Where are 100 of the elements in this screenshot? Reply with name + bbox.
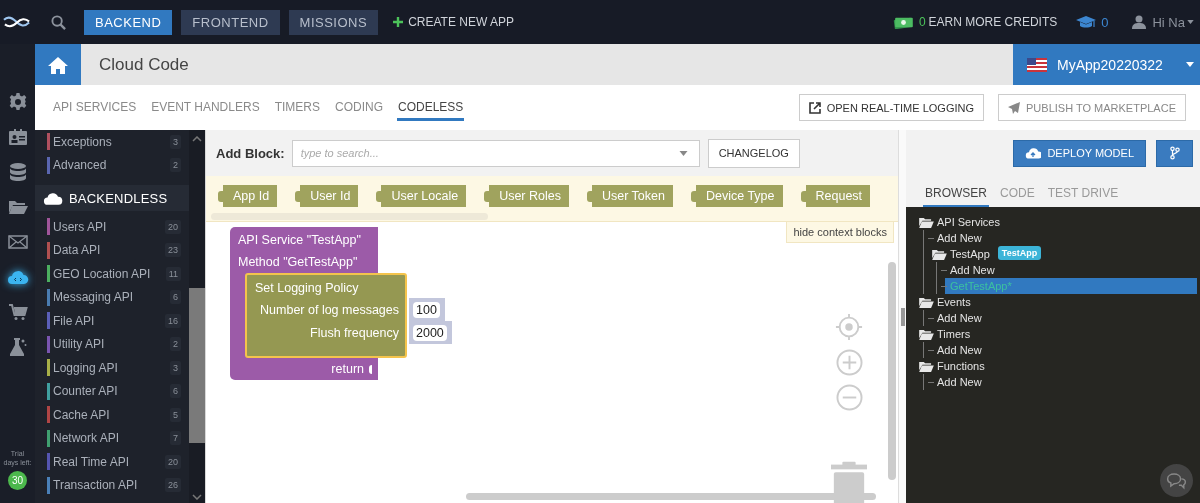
tree-folder[interactable]: API Services [919, 214, 1002, 230]
sidebar-item[interactable]: Users API 20 [35, 215, 189, 239]
sidebar-item-label: Real Time API [53, 454, 131, 469]
count-badge: 20 [165, 219, 181, 234]
sidebar-item[interactable]: Utility API 2 [35, 332, 189, 356]
folder-icon [919, 328, 934, 340]
tree-folder[interactable]: Functions [919, 358, 987, 374]
tree-folder[interactable]: Events [919, 294, 973, 310]
block-label: Method "GetTestApp" [237, 254, 359, 271]
deploy-model-button[interactable]: DEPLOY MODEL [1013, 139, 1146, 167]
count-badge: 6 [170, 290, 181, 305]
add-block-label: Add Block: [216, 145, 285, 161]
external-link-icon [808, 101, 821, 114]
sidebar-item[interactable]: Advanced 2 [35, 153, 189, 177]
tag-badge: TestApp [997, 246, 1042, 260]
tab[interactable]: CODING [334, 94, 384, 121]
sidebar-item[interactable]: GEO Location API 11 [35, 262, 189, 286]
sidebar-item-label: Logging API [53, 360, 119, 375]
sidebar-item[interactable]: Real Time API 20 [35, 450, 189, 474]
count-badge: 3 [170, 360, 181, 375]
sidebar-item-label: Messaging API [53, 290, 135, 305]
number-block[interactable]: 100 [409, 298, 445, 321]
create-app-link[interactable]: CREATE NEW APP [387, 15, 520, 29]
home-icon [48, 55, 68, 74]
branch-button[interactable] [1156, 139, 1193, 167]
count-badge: 2 [170, 337, 181, 352]
sidebar-item-label: File API [53, 313, 96, 328]
sidebar-item-label: Counter API [53, 384, 119, 399]
scroll-up-icon[interactable] [192, 136, 202, 142]
user-menu[interactable]: Hi Na [1146, 14, 1198, 30]
caret-icon [1186, 62, 1194, 67]
count-badge: 3 [170, 134, 181, 149]
sidebar-item[interactable]: Data API 23 [35, 238, 189, 262]
flag-icon [1027, 57, 1047, 72]
sidebar-item[interactable]: Network API 7 [35, 426, 189, 450]
chat-button[interactable] [1160, 464, 1193, 497]
tab[interactable]: API SERVICES [52, 94, 138, 121]
block-label: return [331, 362, 364, 376]
open-logging-button[interactable]: OPEN REAL-TIME LOGGING [798, 94, 984, 121]
scroll-down-icon[interactable] [192, 494, 202, 500]
sidebar-item[interactable]: Exceptions 3 [35, 130, 189, 154]
sidebar-item[interactable]: Counter API 6 [35, 379, 189, 403]
money-icon [892, 15, 914, 29]
nav-tab[interactable]: MISSIONS [288, 9, 379, 35]
graduation-cap-icon[interactable] [1075, 15, 1098, 29]
tab[interactable]: TIMERS [273, 94, 321, 121]
folder-icon [919, 360, 934, 372]
sidebar-item[interactable]: Transaction API 26 [35, 473, 189, 497]
sidebar-item[interactable]: File API 16 [35, 309, 189, 333]
count-badge: 11 [165, 266, 181, 281]
courses-count: 0 [1101, 14, 1109, 30]
sidebar-item-label: Network API [53, 431, 121, 446]
app-selector[interactable]: MyApp20220322 [1013, 44, 1200, 85]
cart-icon[interactable] [6, 301, 29, 322]
hide-context-link[interactable]: hide context blocks [786, 222, 894, 243]
nav-tab[interactable]: BACKEND [84, 9, 173, 35]
sidebar-item[interactable]: Logging API 3 [35, 356, 189, 380]
block-label: Number of log messages [260, 302, 399, 317]
count-badge: 16 [165, 313, 181, 328]
earn-credits-link[interactable]: EARN MORE CREDITS [925, 15, 1058, 29]
count-badge: 5 [170, 407, 181, 422]
tree-folder[interactable]: Timers [919, 326, 973, 342]
cloud-upload-icon [1025, 147, 1042, 159]
sidebar-item[interactable]: Cache API 5 [35, 403, 189, 427]
logo-icon[interactable] [3, 15, 31, 29]
sidebar-item-label: Transaction API [53, 478, 139, 493]
sidebar-item-label: Utility API [53, 337, 106, 352]
user-icon [1132, 15, 1147, 29]
block-label: API Service "TestApp" [237, 232, 362, 249]
cloud-icon [43, 191, 63, 205]
sidebar-item-label: Users API [53, 219, 108, 234]
section-header[interactable]: BACKENDLESS [35, 185, 189, 211]
paper-plane-icon [1008, 101, 1020, 114]
chat-icon [1166, 471, 1187, 490]
block-search-field[interactable]: type to search... [291, 139, 700, 167]
tab[interactable]: CODELESS [397, 94, 465, 121]
tree-folder[interactable]: TestApp [932, 246, 992, 262]
block-label: Flush frequency [310, 325, 399, 340]
home-button[interactable] [35, 44, 81, 85]
count-badge: 23 [165, 243, 181, 258]
search-icon[interactable] [51, 14, 66, 30]
id-card-icon[interactable] [6, 126, 29, 147]
page-title: Cloud Code [98, 53, 190, 76]
changelog-button[interactable]: CHANGELOG [707, 138, 800, 168]
folder-icon [932, 248, 947, 260]
number-block[interactable]: 2000 [409, 321, 452, 344]
caret-icon [1187, 20, 1194, 24]
count-badge: 20 [165, 454, 181, 469]
sidebar-item-label: Advanced [53, 158, 108, 173]
branch-icon [1169, 146, 1180, 160]
block-label: Set Logging Policy [254, 280, 360, 297]
count-badge: 26 [165, 478, 181, 493]
plus-icon [393, 17, 404, 27]
count-badge: 2 [170, 158, 181, 173]
folder-icon [919, 296, 934, 308]
nav-tab[interactable]: FRONTEND [181, 9, 280, 35]
sidebar-item[interactable]: Messaging API 6 [35, 285, 189, 309]
caret-icon[interactable] [678, 150, 688, 156]
splitter-handle[interactable] [900, 307, 905, 326]
count-badge: 7 [170, 431, 181, 446]
